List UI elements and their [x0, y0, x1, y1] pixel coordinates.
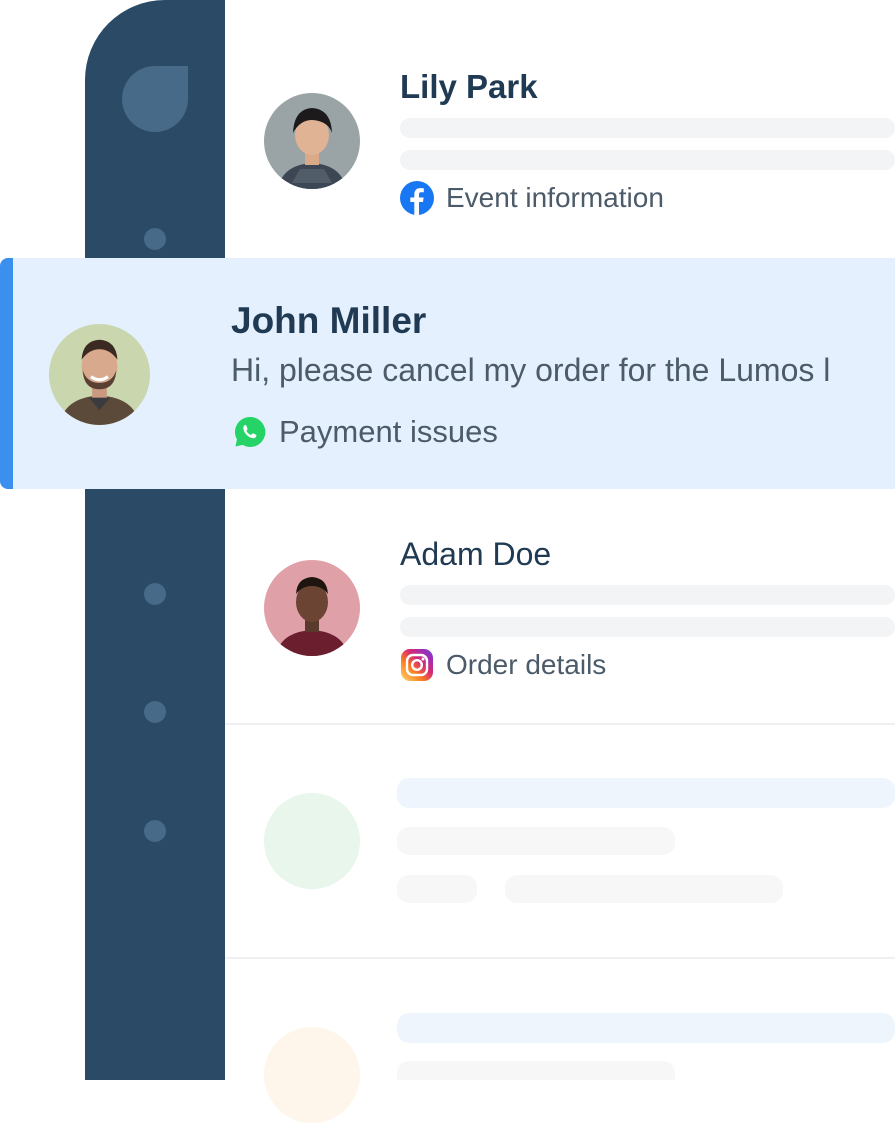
name-placeholder	[397, 778, 895, 808]
channel-tag: Payment issues	[233, 414, 498, 450]
sidebar-nav-dot[interactable]	[144, 228, 166, 250]
avatar	[264, 560, 360, 656]
whatsapp-icon	[234, 416, 266, 447]
instagram-icon	[401, 649, 433, 681]
channel-label: Order details	[446, 649, 607, 680]
sidebar-nav-dot[interactable]	[144, 701, 166, 723]
channel-tag: Event information	[400, 181, 664, 215]
message-placeholder	[400, 150, 895, 170]
message-placeholder	[397, 827, 675, 855]
contact-name: Adam Doe	[400, 536, 552, 572]
avatar	[49, 324, 150, 425]
message-placeholder	[400, 617, 895, 637]
avatar-placeholder	[264, 793, 360, 889]
message-preview: Hi, please cancel my order for the Lumos…	[231, 352, 831, 388]
message-placeholder	[400, 118, 895, 138]
avatar	[264, 93, 360, 189]
selected-indicator	[0, 258, 13, 489]
tag-placeholder	[505, 875, 783, 903]
app-logo-icon[interactable]	[122, 66, 188, 132]
channel-tag: Order details	[400, 648, 606, 682]
sidebar	[85, 0, 225, 1080]
sidebar-nav-dot[interactable]	[144, 583, 166, 605]
divider	[225, 957, 895, 959]
facebook-icon	[400, 181, 434, 215]
message-placeholder	[397, 1061, 675, 1080]
avatar-placeholder	[264, 1027, 360, 1123]
contact-name: John Miller	[231, 300, 427, 341]
tag-placeholder	[397, 875, 477, 903]
name-placeholder	[397, 1013, 895, 1043]
sidebar-nav-dot[interactable]	[144, 820, 166, 842]
channel-label: Payment issues	[279, 414, 498, 449]
channel-label: Event information	[446, 182, 664, 213]
message-placeholder	[400, 585, 895, 605]
contact-name: Lily Park	[400, 68, 538, 105]
divider	[225, 723, 895, 725]
